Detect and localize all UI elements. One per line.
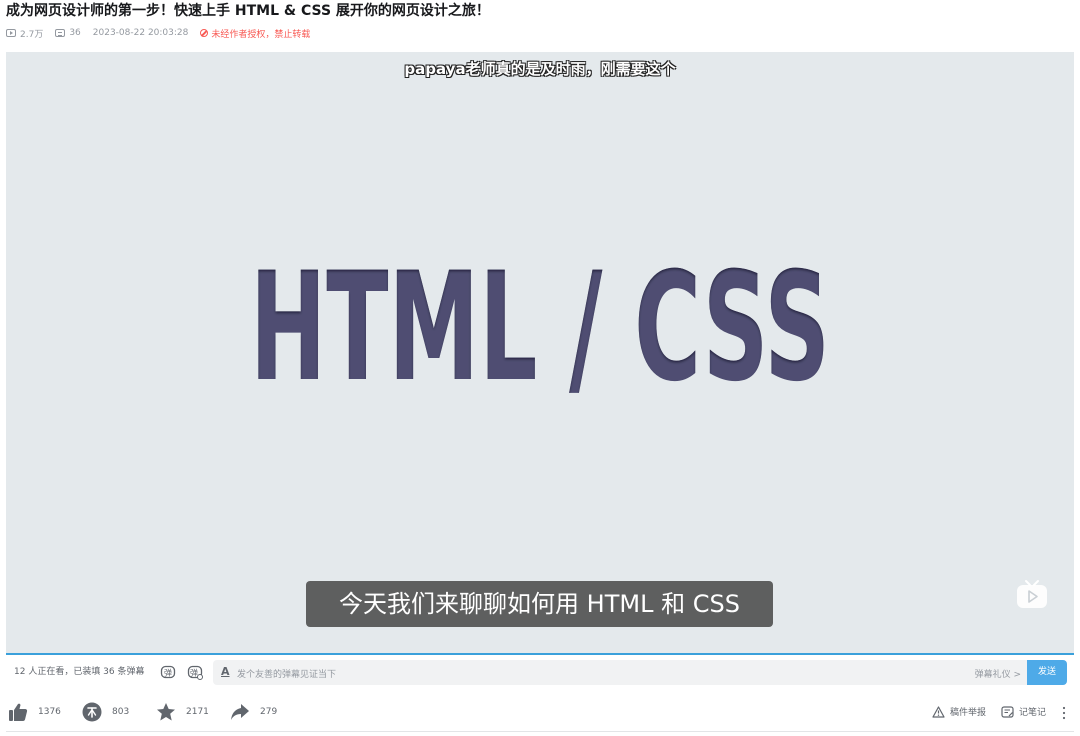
favorite-count: 2171 — [186, 707, 209, 717]
report-button[interactable]: 稿件举报 — [932, 705, 986, 718]
danmaku-count: 36 — [55, 28, 81, 38]
danmaku-count-value: 36 — [69, 28, 81, 38]
star-icon — [157, 703, 175, 721]
view-count: 2.7万 — [6, 27, 43, 40]
warning-icon — [932, 705, 945, 718]
action-bar: 1376 803 2171 279 稿件举报 记笔记 — [6, 700, 1074, 726]
notes-button[interactable]: 记笔记 — [1001, 705, 1046, 718]
video-progress-bar[interactable] — [6, 653, 1074, 655]
danmaku-toggle-icon[interactable]: 弹 — [160, 664, 176, 680]
favorite-button[interactable]: 2171 — [156, 702, 209, 722]
like-count: 1376 — [38, 707, 61, 717]
note-edit-icon — [1001, 705, 1014, 718]
share-button[interactable]: 279 — [230, 702, 277, 722]
coin-icon — [82, 702, 102, 722]
danmaku-comment: papaya老师真的是及时雨，刚需要这个 — [404, 60, 676, 78]
more-options-icon[interactable] — [1060, 705, 1068, 721]
play-count-icon — [6, 29, 16, 37]
copyright-notice-text: 未经作者授权，禁止转载 — [211, 29, 311, 40]
video-frame-title: HTML / CSS — [6, 242, 1074, 402]
danmaku-input-placeholder: 发个友善的弹幕见证当下 — [237, 670, 337, 680]
video-title: 成为网页设计师的第一步！快速上手 HTML & CSS 展开你的网页设计之旅！ — [6, 3, 490, 19]
report-label: 稿件举报 — [950, 708, 987, 718]
video-frame-title-graphic: HTML / CSS — [250, 242, 830, 402]
notes-label: 记笔记 — [1019, 708, 1047, 718]
video-subtitle: 今天我们来聊聊如何用 HTML 和 CSS — [306, 581, 773, 627]
share-count: 279 — [260, 707, 278, 717]
forbidden-icon — [200, 29, 209, 37]
danmaku-settings-icon[interactable]: 弹 — [187, 664, 203, 680]
danmaku-input[interactable]: A 发个友善的弹幕见证当下 弹幕礼仪 > — [213, 660, 1027, 685]
share-arrow-icon — [231, 704, 249, 720]
video-player[interactable]: papaya老师真的是及时雨，刚需要这个 HTML / CSS 今天我们来聊聊如… — [6, 52, 1074, 654]
video-meta: 2.7万 36 2023-08-22 20:03:28 未经作者授权，禁止转载 — [6, 26, 310, 40]
thumbs-up-icon — [9, 703, 28, 721]
divider — [6, 731, 1074, 732]
send-danmaku-button[interactable]: 发送 — [1027, 660, 1067, 685]
mini-player-icon[interactable] — [1015, 578, 1049, 610]
like-button[interactable]: 1376 — [8, 702, 61, 722]
video-page: 成为网页设计师的第一步！快速上手 HTML & CSS 展开你的网页设计之旅！ … — [0, 0, 1080, 736]
view-count-value: 2.7万 — [20, 29, 44, 40]
coin-button[interactable]: 803 — [82, 702, 129, 722]
danmaku-icon — [55, 29, 66, 37]
video-frame-title-text: HTML / CSS — [250, 242, 830, 402]
svg-text:弹: 弹 — [190, 668, 198, 678]
viewer-status: 12 人正在看，已装填 36 条弹幕 — [14, 667, 145, 677]
svg-text:弹: 弹 — [164, 668, 172, 678]
publish-datetime: 2023-08-22 20:03:28 — [92, 28, 189, 38]
danmaku-etiquette-link[interactable]: 弹幕礼仪 > — [975, 667, 1021, 680]
danmaku-bar: 12 人正在看，已装填 36 条弹幕 弹 弹 A 发个友善的弹幕见证当下 弹幕礼… — [6, 656, 1074, 688]
copyright-notice: 未经作者授权，禁止转载 — [200, 27, 310, 40]
font-style-icon[interactable]: A — [221, 665, 230, 678]
coin-count: 803 — [112, 707, 130, 717]
